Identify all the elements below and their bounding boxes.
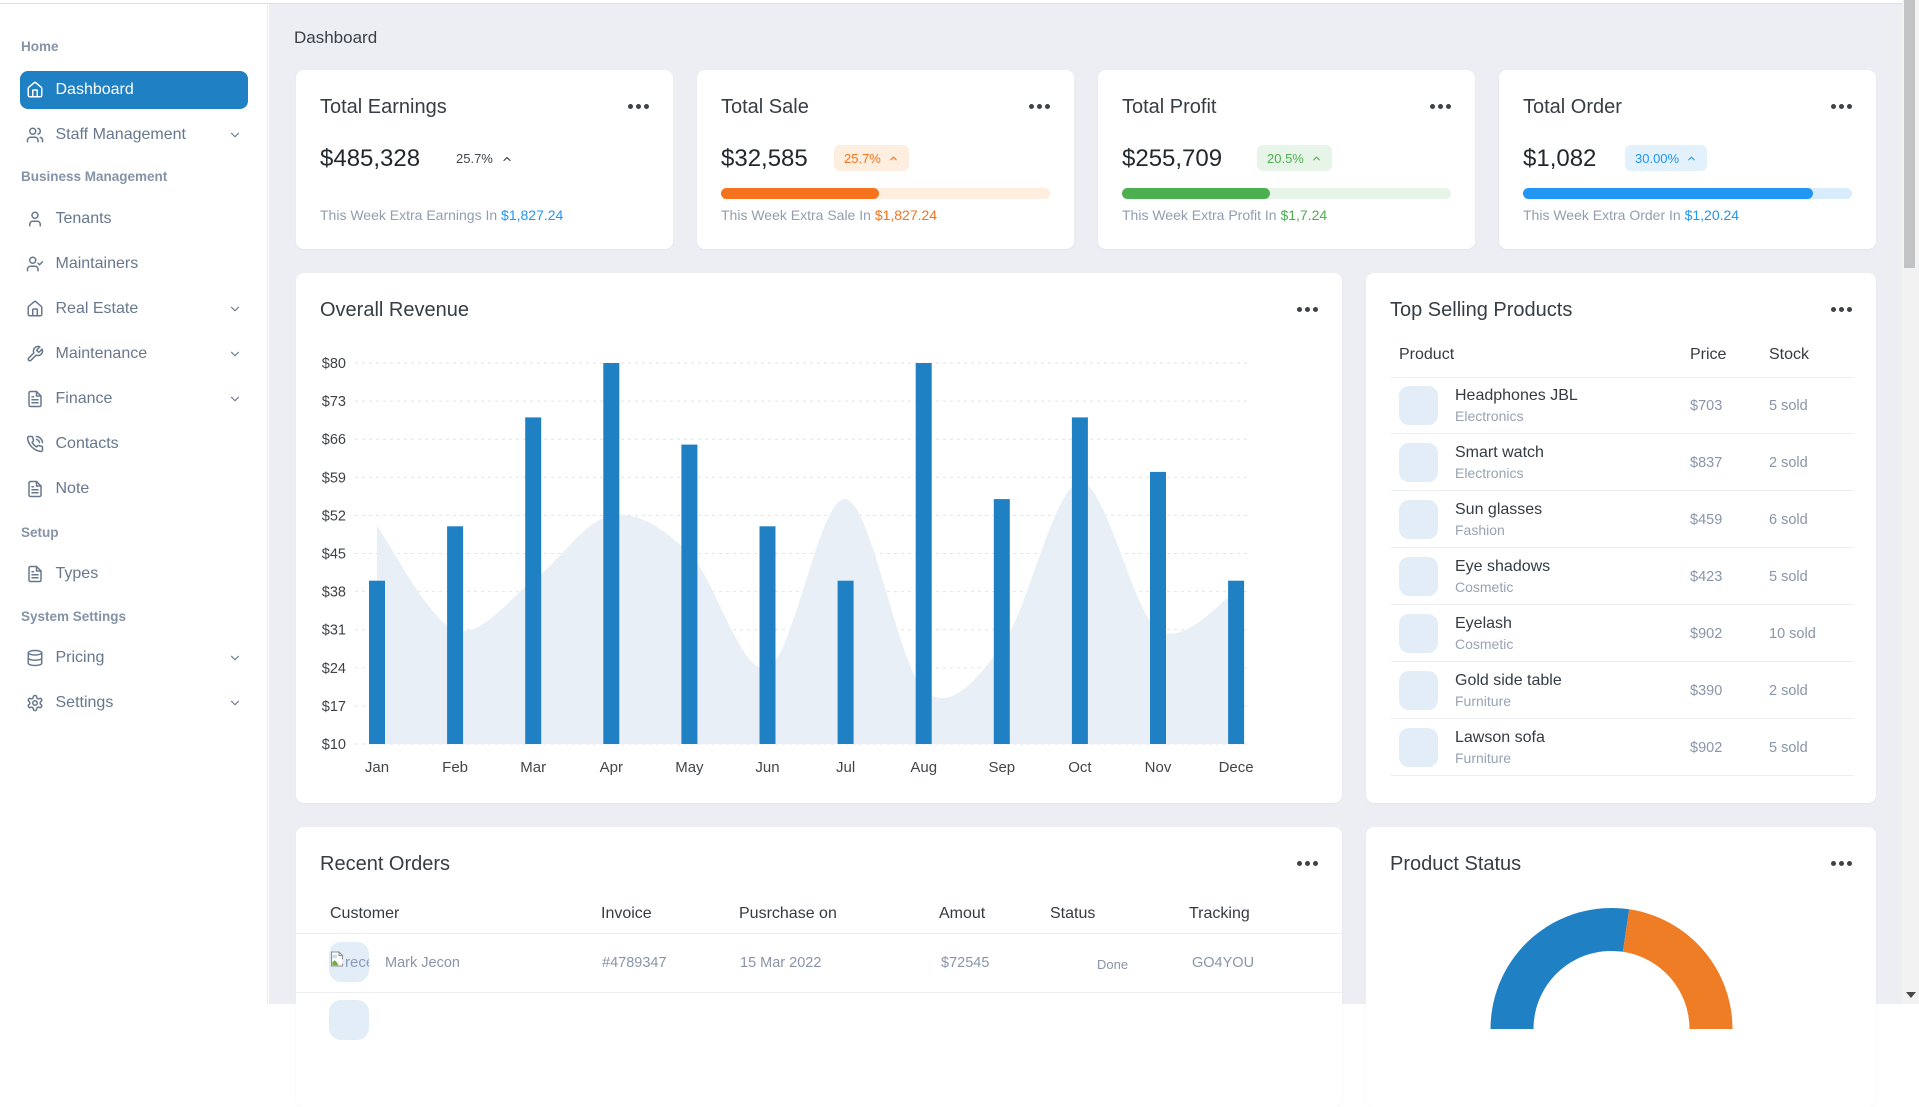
svg-text:Mar: Mar [520, 759, 546, 776]
svg-text:Aug: Aug [910, 759, 937, 776]
svg-text:$17: $17 [322, 699, 346, 715]
svg-text:$38: $38 [322, 585, 346, 601]
svg-text:$80: $80 [322, 356, 346, 372]
svg-text:Jul: Jul [836, 759, 855, 776]
svg-text:May: May [675, 759, 704, 776]
svg-text:Oct: Oct [1068, 759, 1092, 776]
svg-text:Sep: Sep [988, 759, 1015, 776]
svg-text:$45: $45 [322, 547, 346, 563]
svg-text:$66: $66 [322, 432, 346, 448]
svg-text:$59: $59 [322, 470, 346, 486]
svg-text:Dece: Dece [1219, 759, 1254, 776]
svg-text:Feb: Feb [442, 759, 468, 776]
svg-text:$52: $52 [322, 508, 346, 524]
svg-text:$31: $31 [322, 623, 346, 639]
svg-text:$10: $10 [322, 737, 346, 753]
svg-text:Jan: Jan [365, 759, 389, 776]
svg-text:Apr: Apr [600, 759, 623, 776]
svg-text:Nov: Nov [1145, 759, 1172, 776]
svg-text:$24: $24 [322, 661, 346, 677]
svg-text:Jun: Jun [755, 759, 779, 776]
svg-text:$73: $73 [322, 394, 346, 410]
